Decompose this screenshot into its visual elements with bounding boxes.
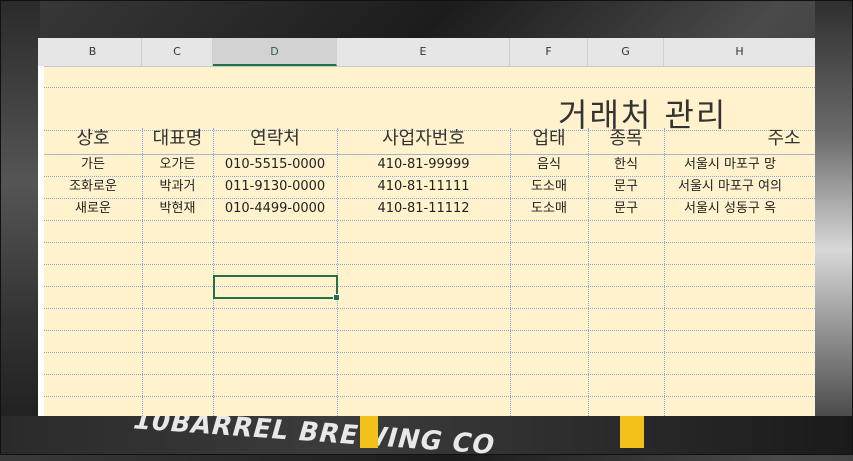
grid-line <box>664 128 665 416</box>
fill-handle[interactable] <box>333 294 340 301</box>
table-cell[interactable]: 서울시 성동구 옥 <box>684 198 815 220</box>
table-cell[interactable]: 새로운 <box>44 198 142 220</box>
table-cell[interactable]: 010-4499-0000 <box>213 198 337 220</box>
table-cell[interactable]: 조화로운 <box>44 176 142 198</box>
background-left <box>0 0 40 455</box>
table-header-cell[interactable]: 사업자번호 <box>337 126 510 152</box>
table-cell[interactable]: 문구 <box>588 176 664 198</box>
background-yellow-mark <box>620 414 644 448</box>
background-right <box>815 0 853 455</box>
table-cell[interactable]: 박과거 <box>142 176 213 198</box>
table-cell[interactable]: 도소매 <box>510 198 588 220</box>
table-cell[interactable]: 한식 <box>588 154 664 176</box>
table-header-cell[interactable]: 업태 <box>510 126 588 152</box>
column-header-c[interactable]: C <box>142 38 213 66</box>
table-cell[interactable]: 가든 <box>44 154 142 176</box>
table-header-cell[interactable]: 연락처 <box>213 126 337 152</box>
grid-line <box>44 352 815 353</box>
table-cell[interactable]: 011-9130-0000 <box>213 176 337 198</box>
table-header-cell[interactable]: 종목 <box>588 126 664 152</box>
table-header-cell[interactable]: 주소 <box>664 126 815 152</box>
background-yellow-mark <box>360 414 378 448</box>
column-header-h[interactable]: H <box>664 38 815 66</box>
table-cell[interactable]: 오가든 <box>142 154 213 176</box>
cell-grid[interactable]: 거래처 관리 상호 대표명 연락처 사업자번호 업태 종목 주소 가든 오가든 … <box>44 66 815 416</box>
column-header-d[interactable]: D <box>213 38 337 66</box>
table-cell[interactable]: 410-81-99999 <box>337 154 510 176</box>
spreadsheet-window: B C D E F G H 거래처 관리 상호 대표명 연락처 사업자번호 업태… <box>38 38 815 416</box>
table-cell[interactable]: 음식 <box>510 154 588 176</box>
grid-line <box>44 264 815 265</box>
column-header-e[interactable]: E <box>337 38 510 66</box>
grid-line <box>44 220 815 221</box>
table-cell[interactable]: 서울시 마포구 망 <box>684 154 815 176</box>
table-header-cell[interactable]: 대표명 <box>142 126 213 152</box>
table-cell[interactable]: 도소매 <box>510 176 588 198</box>
column-header-f[interactable]: F <box>510 38 588 66</box>
table-cell[interactable]: 박현재 <box>142 198 213 220</box>
active-cell-selection[interactable] <box>213 275 340 301</box>
grid-line <box>44 330 815 331</box>
grid-line <box>44 396 815 397</box>
column-header-b[interactable]: B <box>44 38 142 66</box>
grid-line <box>44 374 815 375</box>
grid-line <box>44 286 815 287</box>
table-header-cell[interactable]: 상호 <box>44 126 142 152</box>
grid-line <box>44 308 815 309</box>
column-header-g[interactable]: G <box>588 38 664 66</box>
table-cell[interactable]: 서울시 마포구 여의 <box>678 176 815 198</box>
table-cell[interactable]: 010-5515-0000 <box>213 154 337 176</box>
column-header-bar: B C D E F G H <box>38 38 815 67</box>
grid-line <box>44 87 815 88</box>
table-cell[interactable]: 410-81-11111 <box>337 176 510 198</box>
table-cell[interactable]: 410-81-11112 <box>337 198 510 220</box>
grid-line <box>44 242 815 243</box>
table-cell[interactable]: 문구 <box>588 198 664 220</box>
